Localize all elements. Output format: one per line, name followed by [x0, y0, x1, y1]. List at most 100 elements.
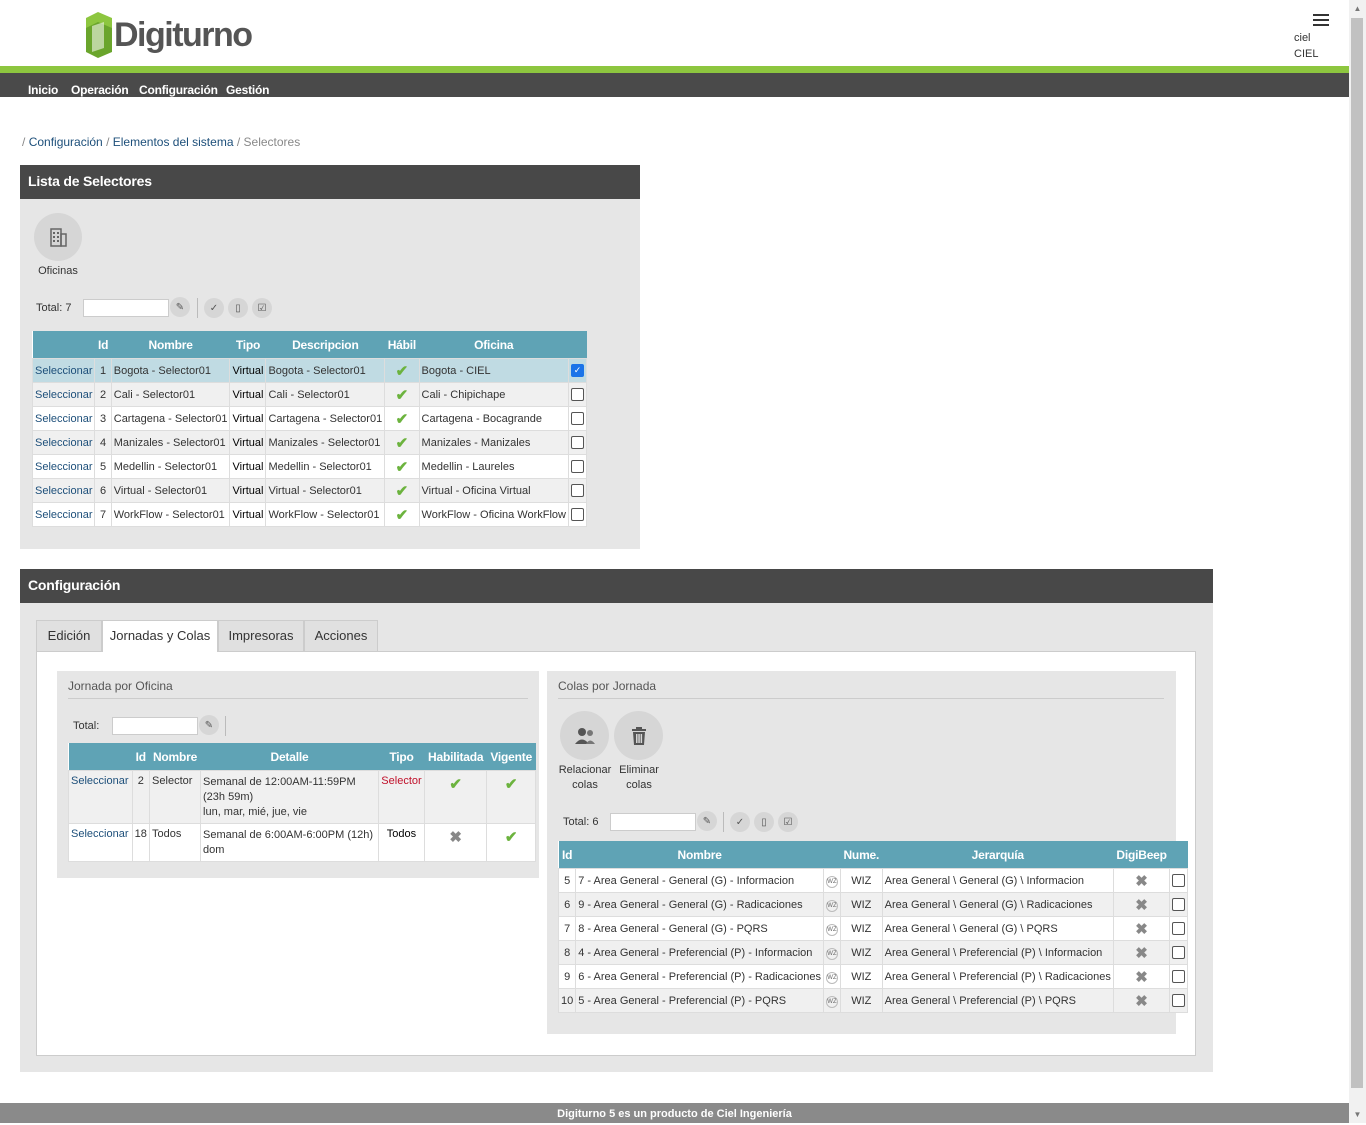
select-cell[interactable]: Seleccionar: [31, 502, 96, 527]
uncheck-all-icon[interactable]: ▯: [228, 298, 248, 318]
select-link[interactable]: Seleccionar: [35, 365, 92, 377]
clear-filter-icon[interactable]: ✎: [170, 297, 190, 317]
checkbox-cell[interactable]: [568, 382, 587, 407]
main-nav: Inicio Operación Configuración Gestión: [0, 73, 1349, 97]
tab-edicion[interactable]: Edición: [36, 620, 102, 651]
scroll-thumb[interactable]: [1351, 18, 1363, 1088]
colas-search-input[interactable]: [610, 813, 696, 831]
table-row[interactable]: 10 5 - Area General - Preferencial (P) - …: [557, 988, 1189, 1013]
select-link[interactable]: Seleccionar: [35, 389, 92, 401]
nav-operacion[interactable]: Operación: [71, 83, 129, 97]
row-checkbox[interactable]: ✓: [571, 364, 584, 377]
table-row[interactable]: 84 - Area General - Preferencial (P) - I…: [557, 940, 1189, 965]
breadcrumb-elementos[interactable]: Elementos del sistema: [113, 135, 234, 149]
checkbox-cell[interactable]: [1169, 892, 1189, 917]
page-scrollbar[interactable]: ▲ ▼: [1349, 0, 1366, 1123]
nav-gestion[interactable]: Gestión: [226, 83, 269, 97]
breadcrumb-sep: /: [236, 135, 241, 149]
table-row[interactable]: Seleccionar 18 Todos Semanal de 6:00AM-6:00…: [68, 823, 536, 862]
tab-impresoras[interactable]: Impresoras: [218, 620, 304, 651]
checkbox-cell[interactable]: [568, 430, 587, 455]
table-row[interactable]: Seleccionar 6 Virtual - Selector01 Virtual V…: [31, 478, 587, 503]
jornada-title: Jornada por Oficina: [68, 679, 173, 693]
row-checkbox[interactable]: [1172, 994, 1186, 1007]
hamburger-menu-icon[interactable]: [1313, 14, 1329, 28]
relate-queues-button[interactable]: [560, 711, 609, 760]
clear-filter-icon[interactable]: ✎: [199, 715, 219, 735]
row-checkbox[interactable]: [571, 412, 584, 425]
table-row[interactable]: Seleccionar 4 Manizales - Selector01 Virtua…: [31, 430, 587, 455]
row-checkbox[interactable]: [1172, 970, 1186, 983]
select-cell[interactable]: Seleccionar: [31, 478, 96, 503]
breadcrumb-configuracion[interactable]: Configuración: [29, 135, 103, 149]
table-row[interactable]: Seleccionar 3 Cartagena - Selector01 Virtua…: [31, 406, 587, 431]
table-row[interactable]: Seleccionar 1 Bogota - Selector01 Virtual Bo…: [31, 358, 587, 383]
checkbox-cell[interactable]: [568, 478, 587, 503]
table-row[interactable]: 96 - Area General - Preferencial (P) - R…: [557, 964, 1189, 989]
check-all-icon[interactable]: ✓: [204, 298, 224, 318]
app-header: Digiturno ciel CIEL: [0, 0, 1349, 66]
select-cell[interactable]: Seleccionar: [31, 454, 96, 479]
building-icon: [50, 228, 67, 247]
invert-check-icon[interactable]: ☑: [778, 812, 798, 832]
tab-acciones[interactable]: Acciones: [304, 620, 378, 651]
row-checkbox[interactable]: [1172, 898, 1186, 911]
detalle-line: dom: [203, 844, 225, 856]
user-name: ciel: [1294, 32, 1311, 44]
digiturno-logo-icon: [86, 12, 112, 58]
table-row[interactable]: 69 - Area General - General (G) - Radica…: [557, 892, 1189, 917]
nav-configuracion[interactable]: Configuración: [139, 83, 218, 97]
nav-inicio[interactable]: Inicio: [28, 83, 58, 97]
scroll-up-icon[interactable]: ▲: [1349, 0, 1366, 17]
select-link[interactable]: Seleccionar: [35, 461, 92, 473]
select-cell[interactable]: Seleccionar: [31, 406, 96, 431]
select-cell[interactable]: Seleccionar: [31, 358, 96, 383]
delete-queues-button[interactable]: [614, 711, 663, 760]
select-link[interactable]: Seleccionar: [35, 509, 92, 521]
row-checkbox[interactable]: [571, 388, 584, 401]
table-row[interactable]: 78 - Area General - General (G) - PQRS WZ…: [557, 916, 1189, 941]
clear-filter-icon[interactable]: ✎: [697, 811, 717, 831]
check-all-icon[interactable]: ✓: [730, 812, 750, 832]
select-link[interactable]: Seleccionar: [71, 828, 128, 840]
select-link[interactable]: Seleccionar: [71, 775, 128, 787]
table-row[interactable]: Seleccionar 5 Medellin - Selector01 Virtual…: [31, 454, 587, 479]
detalle-line: Semanal de 6:00AM-6:00PM (12h): [203, 829, 373, 841]
select-link[interactable]: Seleccionar: [35, 413, 92, 425]
row-checkbox[interactable]: [1172, 874, 1186, 887]
row-checkbox[interactable]: [571, 460, 584, 473]
total-value: 6: [592, 816, 599, 828]
row-checkbox[interactable]: [571, 508, 584, 521]
checkbox-cell[interactable]: [1169, 940, 1189, 965]
select-cell[interactable]: Seleccionar: [31, 430, 96, 455]
offices-button[interactable]: [34, 213, 82, 261]
table-row[interactable]: Seleccionar 7 WorkFlow - Selector01 Virtual…: [31, 502, 587, 527]
check-icon: ✔: [395, 386, 409, 404]
checkbox-cell[interactable]: [568, 502, 587, 527]
checkbox-cell[interactable]: [1169, 964, 1189, 989]
table-row[interactable]: 57 - Area General - General (G) - Inform…: [557, 868, 1189, 893]
select-cell[interactable]: Seleccionar: [31, 382, 96, 407]
select-link[interactable]: Seleccionar: [35, 485, 92, 497]
row-checkbox[interactable]: [571, 484, 584, 497]
checkbox-cell[interactable]: [1169, 868, 1189, 893]
checkbox-cell[interactable]: [568, 454, 587, 479]
row-checkbox[interactable]: [1172, 922, 1186, 935]
select-cell[interactable]: Seleccionar: [68, 770, 133, 824]
uncheck-all-icon[interactable]: ▯: [754, 812, 774, 832]
checkbox-cell[interactable]: [1169, 916, 1189, 941]
row-checkbox[interactable]: [571, 436, 584, 449]
invert-check-icon[interactable]: ☑: [252, 298, 272, 318]
tab-jornadas-colas[interactable]: Jornadas y Colas: [102, 620, 218, 652]
search-input[interactable]: [83, 299, 169, 317]
checkbox-cell[interactable]: [1169, 988, 1189, 1013]
checkbox-cell[interactable]: ✓: [568, 358, 587, 383]
table-row[interactable]: Seleccionar 2 Selector Semanal de 12:00AM-1…: [68, 770, 536, 824]
select-cell[interactable]: Seleccionar: [68, 823, 133, 862]
select-link[interactable]: Seleccionar: [35, 437, 92, 449]
scroll-down-icon[interactable]: ▼: [1349, 1106, 1366, 1123]
checkbox-cell[interactable]: [568, 406, 587, 431]
row-checkbox[interactable]: [1172, 946, 1186, 959]
table-row[interactable]: Seleccionar 2 Cali - Selector01 Virtual Cali…: [31, 382, 587, 407]
jornada-search-input[interactable]: [112, 717, 198, 735]
